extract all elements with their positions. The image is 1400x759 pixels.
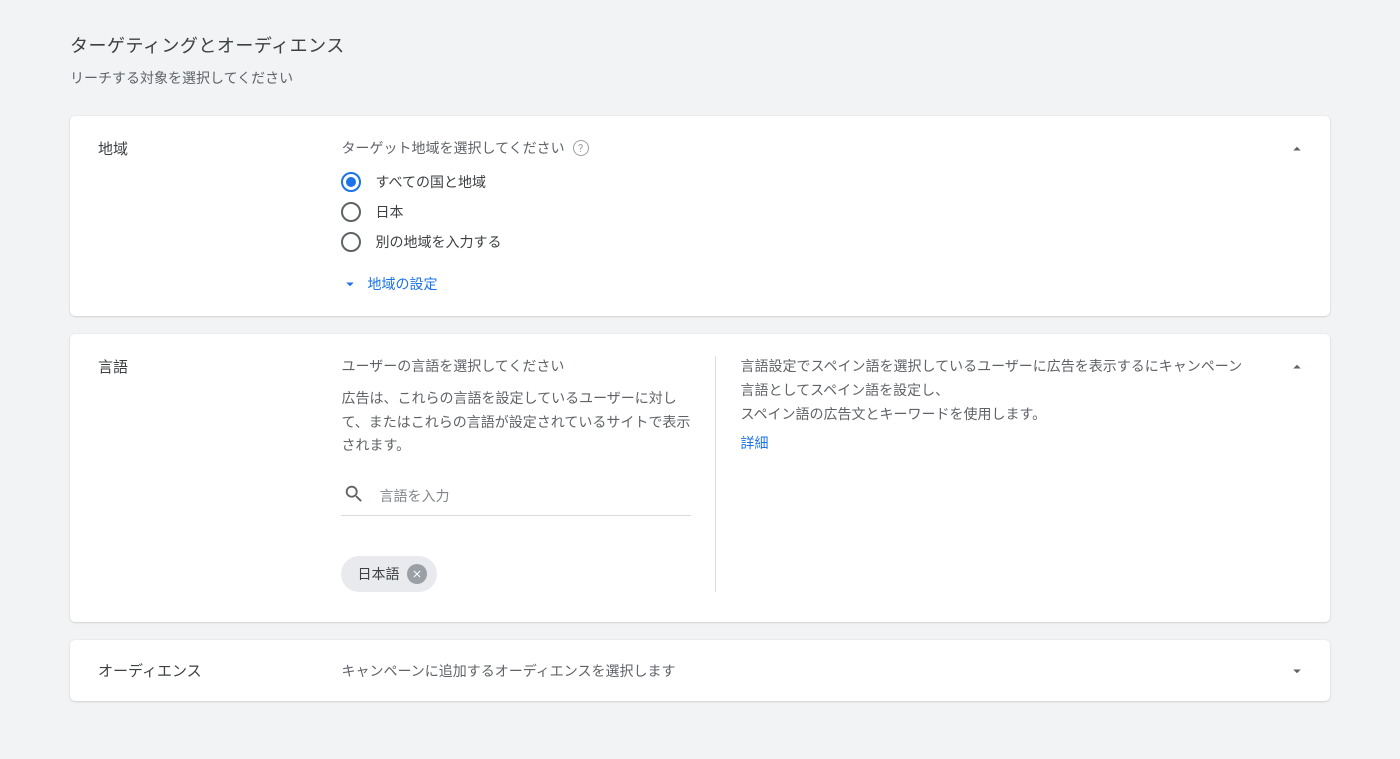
radio-label: 日本 bbox=[375, 202, 403, 222]
radio-label: すべての国と地域 bbox=[375, 172, 485, 192]
language-search[interactable] bbox=[341, 477, 691, 516]
collapse-icon[interactable] bbox=[1288, 140, 1306, 162]
location-section-label: 地域 bbox=[98, 138, 338, 159]
location-settings-link[interactable]: 地域の設定 bbox=[341, 274, 1285, 294]
language-prompt: ユーザーの言語を選択してください bbox=[341, 356, 691, 380]
location-prompt: ターゲット地域を選択してください bbox=[341, 138, 564, 158]
search-icon bbox=[343, 483, 365, 509]
language-search-input[interactable] bbox=[379, 488, 689, 504]
page-subtitle: リーチする対象を選択してください bbox=[70, 68, 1330, 88]
audience-section-label: オーディエンス bbox=[98, 660, 338, 681]
radio-enter-another[interactable]: 別の地域を入力する bbox=[341, 232, 1285, 252]
language-section-label: 言語 bbox=[98, 356, 338, 377]
radio-japan[interactable]: 日本 bbox=[341, 202, 1285, 222]
language-card: 言語 ユーザーの言語を選択してください 広告は、これらの言語を設定しているユーザ… bbox=[70, 334, 1330, 622]
language-hint-line2: スペイン語の広告文とキーワードを使用します。 bbox=[740, 404, 1245, 428]
collapse-icon[interactable] bbox=[1288, 358, 1306, 380]
page-title: ターゲティングとオーディエンス bbox=[70, 32, 1330, 58]
language-chip-japanese: 日本語 bbox=[341, 556, 437, 592]
chevron-down-icon bbox=[341, 275, 359, 293]
chip-remove-icon[interactable] bbox=[407, 564, 427, 584]
language-description: 広告は、これらの言語を設定しているユーザーに対して、またはこれらの言語が設定され… bbox=[341, 388, 691, 459]
chip-label: 日本語 bbox=[357, 564, 399, 584]
radio-icon-selected bbox=[341, 172, 361, 192]
language-hint-line1: 言語設定でスペイン語を選択しているユーザーに広告を表示するにキャンペーン言語とし… bbox=[740, 356, 1245, 404]
audience-prompt: キャンペーンに追加するオーディエンスを選択します bbox=[341, 664, 675, 680]
help-icon[interactable]: ? bbox=[573, 140, 589, 156]
radio-all-countries[interactable]: すべての国と地域 bbox=[341, 172, 1285, 192]
expand-icon[interactable] bbox=[1288, 662, 1306, 684]
radio-icon bbox=[341, 202, 361, 222]
language-hint-details-link[interactable]: 詳細 bbox=[740, 436, 768, 452]
radio-icon bbox=[341, 232, 361, 252]
location-settings-text: 地域の設定 bbox=[367, 274, 437, 294]
location-card: 地域 ターゲット地域を選択してください ? すべての国と地域 日本 別の地域を入… bbox=[70, 116, 1330, 316]
audience-card[interactable]: オーディエンス キャンペーンに追加するオーディエンスを選択します bbox=[70, 640, 1330, 701]
radio-label: 別の地域を入力する bbox=[375, 232, 501, 252]
